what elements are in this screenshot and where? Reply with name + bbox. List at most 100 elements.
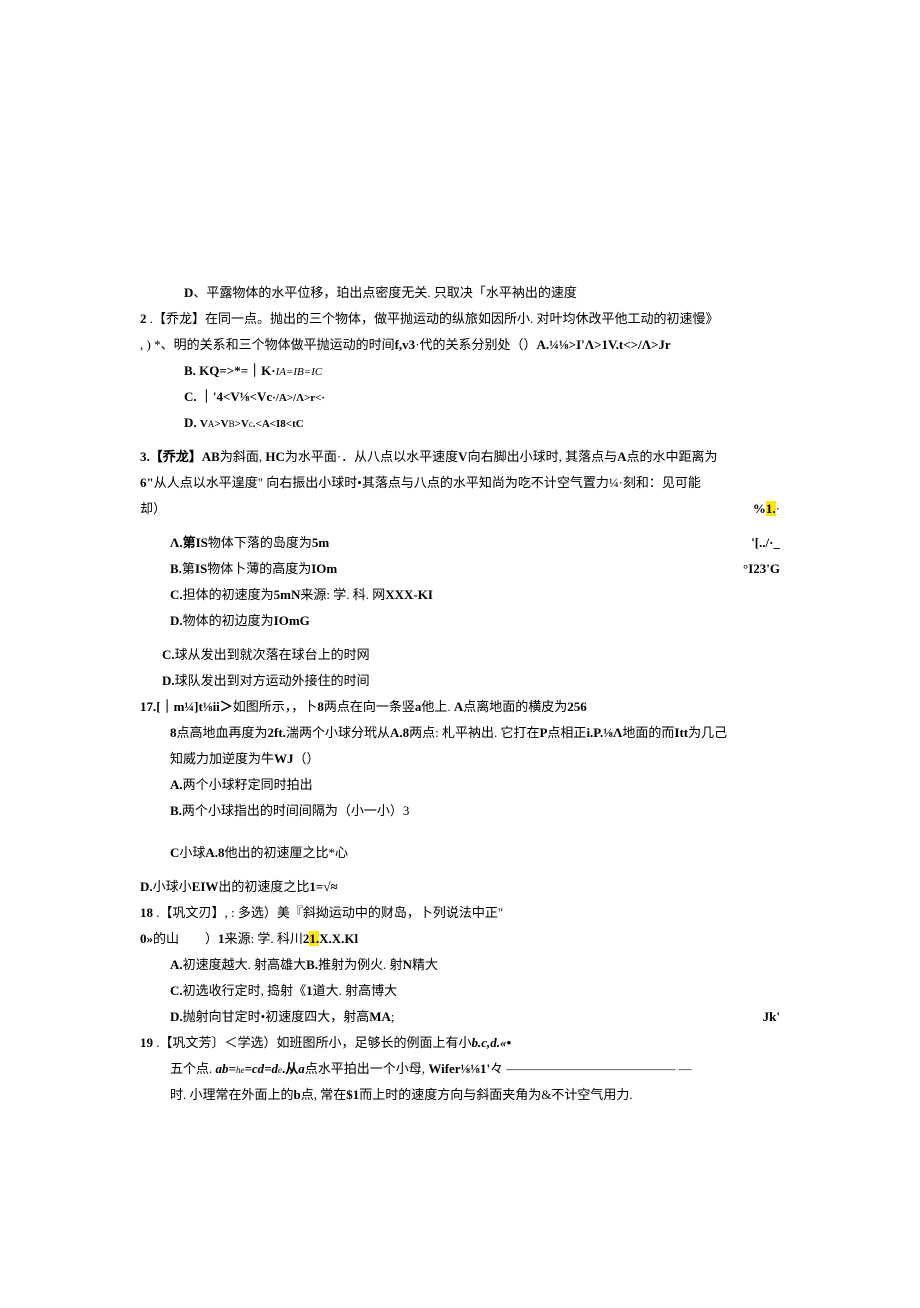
text: WJ bbox=[274, 751, 294, 766]
text: C. ｜'4<V⅛<Vc bbox=[184, 389, 272, 404]
text: 为水平面·．从八点以水平速度 bbox=[285, 449, 458, 464]
text: 为几己 bbox=[688, 725, 727, 740]
text: % bbox=[753, 501, 766, 516]
text: IA=IB=IC bbox=[276, 366, 323, 378]
text: 6" bbox=[140, 475, 154, 490]
text: IS bbox=[195, 561, 207, 576]
option-row: D.抛射向甘定时•初速度四大，射高MA; Jk' bbox=[140, 1004, 780, 1030]
text: · bbox=[776, 501, 780, 516]
option-line: C小球A.8他出的初速厘之比*心 bbox=[140, 840, 780, 866]
text: 时. 小理常在外面上的 bbox=[170, 1087, 294, 1102]
text-line: , ) *、明的关系和三个物体做平抛运动的时间f,v3·代的关系分别处（）A.¼… bbox=[140, 332, 780, 358]
text: D. bbox=[162, 673, 175, 688]
text: A.8 bbox=[390, 725, 409, 740]
text: 点水平拍出一个小母, bbox=[305, 1061, 429, 1076]
text: 出的初速度之比 bbox=[218, 879, 309, 894]
question-number: 19 bbox=[140, 1035, 153, 1050]
option-line: D. VA>VB>Vc.<A<I8<tC bbox=[140, 410, 780, 436]
text: IOmG bbox=[274, 613, 310, 628]
text: XXX-KI bbox=[385, 587, 433, 602]
text: Λ.第IS物体下落的岛度为5m bbox=[170, 530, 329, 556]
highlighted-text: 1. bbox=[309, 931, 319, 946]
text: 球从发出到就次落在球台上的时网 bbox=[175, 647, 370, 662]
text: f,v3 bbox=[395, 337, 416, 352]
text: HC bbox=[265, 449, 285, 464]
text: 球队发出到对方运动外接住的时间 bbox=[175, 673, 370, 688]
text-line: 时. 小理常在外面上的b点, 常在$1而上时的速度方向与斜面夹角为&不计空气用力… bbox=[140, 1082, 780, 1108]
text: 两个小球指出的时间间隔为（小一小）3 bbox=[182, 803, 410, 818]
text: .【巩文芳〕＜学选）如班图所小，足够长的例面上有小 bbox=[153, 1035, 472, 1050]
text: 点离地面的横皮为 bbox=[463, 699, 567, 714]
text: D. bbox=[184, 415, 200, 430]
option-line: C.担体的初速度为5mN来源: 学. 科. 网XXX-KI bbox=[140, 582, 780, 608]
text: 两个小球籽定同时拍出 bbox=[183, 777, 313, 792]
option-line: C.球从发出到就次落在球台上的时网 bbox=[140, 642, 780, 668]
option-label: D bbox=[184, 285, 193, 300]
text: 两点在向一条竖 bbox=[324, 699, 415, 714]
text: 的山 ） bbox=[153, 931, 218, 946]
text: 两点: 札平衲出. 它打在 bbox=[409, 725, 539, 740]
option-line: B. KQ=>*=｜K·IA=IB=IC bbox=[140, 358, 780, 384]
text: D. bbox=[170, 1009, 183, 1024]
text: $1 bbox=[346, 1087, 359, 1102]
text: C. bbox=[170, 587, 183, 602]
text: 5mN bbox=[274, 587, 301, 602]
text: X.X.Kl bbox=[319, 931, 358, 946]
text: 地面的而 bbox=[622, 725, 674, 740]
text: 初速度越大. 射高雄大 bbox=[183, 957, 307, 972]
highlighted-text: 1. bbox=[766, 501, 776, 516]
text: B.第IS物体卜薄的高度为IOm bbox=[170, 556, 337, 582]
text: 小球小 bbox=[153, 879, 192, 894]
text: A bbox=[454, 699, 463, 714]
option-line: D.物体的初边度为IOmG bbox=[140, 608, 780, 634]
text: 向右脚出小球时, 其落点与 bbox=[468, 449, 618, 464]
text: 5m bbox=[312, 535, 329, 550]
text: '[../·_ bbox=[751, 530, 780, 556]
text: .【乔龙】在同一点。抛出的三个物体，做平抛运动的纵旅如因所小. 对叶均休改平他工… bbox=[147, 311, 719, 326]
option-line: A.初速度越大. 射高雄大B.推射为例火. 射N精大 bbox=[140, 952, 780, 978]
text-line: 8点高地血再度为2ft.湍两个小球分玳从A.8两点: 札平衲出. 它打在P点相正… bbox=[140, 720, 780, 746]
text-line: 6"从人点以水平遑度" 向右振出小球时•其落点与八点的水平知尚为吃不计空气置力¼… bbox=[140, 470, 780, 496]
option-line: C.初选收行定时, 捣射《1道大. 射高博大 bbox=[140, 978, 780, 1004]
text: b.c,d.«• bbox=[472, 1035, 512, 1050]
text: 从人点以水平遑度" 向右振出小球时•其落点与八点的水平知尚为吃不计空气置力¼·刻… bbox=[154, 475, 701, 490]
text: 他出的初速厘之比*心 bbox=[225, 845, 349, 860]
text: 0» bbox=[140, 931, 153, 946]
text: 2ft. bbox=[268, 725, 286, 740]
row: 却） %1.· bbox=[140, 496, 780, 522]
text: .<A<I8<tC bbox=[253, 418, 304, 430]
text: 1=√≈ bbox=[309, 879, 337, 894]
text-line: 0»的山 ）1来源: 学. 科川21.X.X.Kl bbox=[140, 926, 780, 952]
text: 初选收行定时, 捣射《 bbox=[183, 983, 307, 998]
option-line: A.两个小球籽定同时拍出 bbox=[140, 772, 780, 798]
option-line: B.两个小球指出的时间间隔为（小一小）3 bbox=[140, 798, 780, 824]
text: 担体的初速度为 bbox=[183, 587, 274, 602]
text: EIW bbox=[192, 879, 219, 894]
text: Itt bbox=[674, 725, 688, 740]
text: %1.· bbox=[753, 496, 780, 522]
text: 他上. bbox=[421, 699, 454, 714]
text: 第 bbox=[182, 561, 195, 576]
text: 湍两个小球分玳从 bbox=[286, 725, 390, 740]
option-line: D.球队发出到对方运动外接住的时间 bbox=[140, 668, 780, 694]
text: 々 –––––––––––––––––––––––––– –– bbox=[490, 1061, 692, 1076]
text: 物体下落的岛度为 bbox=[208, 535, 312, 550]
text: 256 bbox=[567, 699, 587, 714]
text: 精大 bbox=[412, 957, 438, 972]
text: ·/A>/Λ>r<· bbox=[272, 392, 325, 404]
text-line: D、平露物体的水平位移，珀出点密度无关. 只取决「水平衲出的速度 bbox=[140, 280, 780, 306]
text: V bbox=[200, 418, 208, 430]
text: A.8 bbox=[205, 845, 224, 860]
question-line: 3.【乔龙】AB为斜面, HC为水平面·．从八点以水平速度V向右脚出小球时, 其… bbox=[140, 444, 780, 470]
text: 点的水中距离为 bbox=[626, 449, 717, 464]
text: °I23'G bbox=[743, 556, 780, 582]
text: ab= bbox=[216, 1061, 236, 1076]
text: 来源: 学. 科. 网 bbox=[300, 587, 385, 602]
document-page: D、平露物体的水平位移，珀出点密度无关. 只取决「水平衲出的速度 2 .【乔龙】… bbox=[0, 0, 920, 1308]
text: N bbox=[403, 957, 412, 972]
text: 抛射向甘定时•初速度四大，射高 bbox=[183, 1009, 370, 1024]
text: 小球 bbox=[179, 845, 205, 860]
text: ·代的关系分别处（） bbox=[415, 337, 536, 352]
text: A. bbox=[170, 777, 183, 792]
text-line: 知威力加逆度为牛WJ（） bbox=[140, 746, 780, 772]
